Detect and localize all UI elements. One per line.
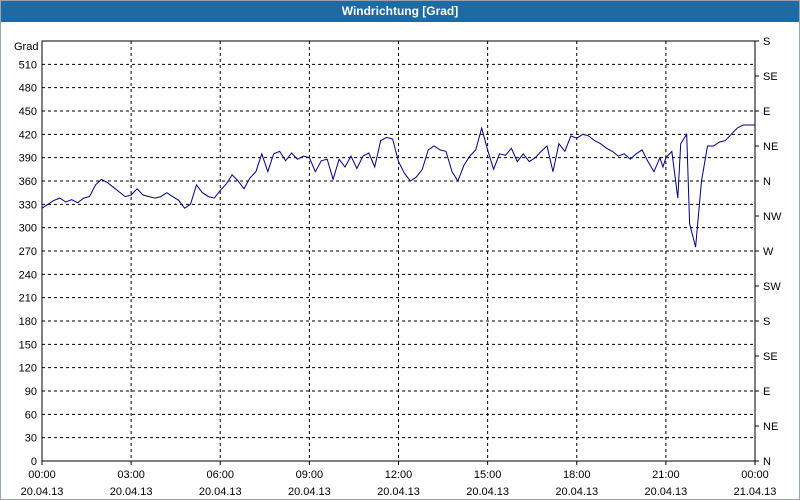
x-tick-time: 06:00 [206,469,234,481]
right-tick-label: NE [763,421,778,433]
y-tick-label: 60 [25,409,37,421]
x-tick-date: 20.04.13 [110,486,153,498]
y-tick-label: 480 [19,83,37,95]
y-tick-label: 510 [19,59,37,71]
x-tick-date: 20.04.13 [555,486,598,498]
x-tick-time: 12:00 [385,469,413,481]
right-tick-label: S [763,316,770,328]
right-tick-label: S [763,36,770,48]
y-tick-label: 90 [25,386,37,398]
y-tick-label: 240 [19,269,37,281]
right-tick-label: E [763,106,770,118]
y-tick-label: 0 [31,456,37,468]
x-tick-time: 00:00 [741,469,769,481]
x-axis-ticks: 00:00 20.04.13 03:00 20.04.13 06:00 20.04.13 0… [21,461,777,498]
right-tick-label: SW [763,281,781,293]
y-tick-label: 300 [19,223,37,235]
right-tick-label: N [763,456,771,468]
x-tick-date: 20.04.13 [21,486,64,498]
y-tick-label: 390 [19,153,37,165]
x-tick-date: 20.04.13 [199,486,242,498]
y-tick-label: 450 [19,106,37,118]
y-tick-label: 180 [19,316,37,328]
y-tick-label: 360 [19,176,37,188]
y-tick-label: 330 [19,199,37,211]
y-tick-label: 420 [19,129,37,141]
right-tick-label: E [763,386,770,398]
x-tick-time: 18:00 [563,469,591,481]
y-tick-label: 120 [19,363,37,375]
right-tick-label: NW [763,211,782,223]
y-tick-label: 270 [19,246,37,258]
y-axis-label: Grad [14,41,38,53]
y-tick-label: 150 [19,339,37,351]
x-tick-date: 20.04.13 [466,486,509,498]
x-tick-date: 20.04.13 [377,486,420,498]
right-tick-label: NE [763,141,778,153]
x-tick-time: 03:00 [117,469,145,481]
x-tick-date: 21.04.13 [734,486,777,498]
y-tick-label: 210 [19,293,37,305]
right-axis-ticks: N NE E SE S SW W NW N NE E SE S [755,36,782,468]
right-tick-label: N [763,176,771,188]
x-tick-time: 00:00 [28,469,56,481]
y-tick-label: 30 [25,433,37,445]
x-tick-time: 21:00 [652,469,680,481]
right-tick-label: SE [763,71,778,83]
right-tick-label: W [763,246,774,258]
x-tick-time: 09:00 [296,469,324,481]
x-tick-time: 15:00 [474,469,502,481]
wind-direction-chart: 0 30 60 90 120 150 180 210 240 270 300 330 360 390 420… [14,36,782,498]
right-tick-label: SE [763,351,778,363]
y-axis-ticks: 0 30 60 90 120 150 180 210 240 270 300 330 360 390 420… [19,59,37,468]
x-tick-date: 20.04.13 [644,486,687,498]
x-tick-date: 20.04.13 [288,486,331,498]
